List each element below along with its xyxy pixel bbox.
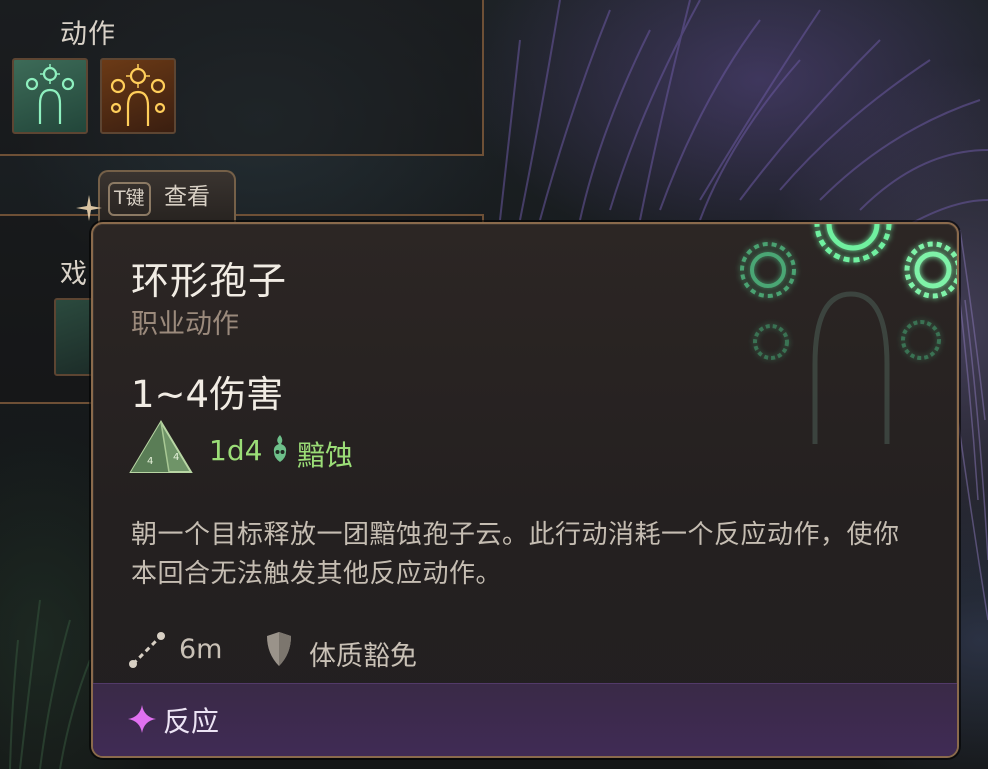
damage-type: 黯蚀 xyxy=(297,439,354,472)
svg-text:4: 4 xyxy=(173,452,179,463)
range-value: 6m xyxy=(179,634,223,665)
secondary-section-title: 戏 xyxy=(60,259,88,290)
inspect-label: 查看 xyxy=(164,184,210,210)
inspect-tab[interactable]: T键 查看 xyxy=(98,170,236,226)
action-cost-footer: 反应 xyxy=(93,683,957,756)
ability-damage: 1~4伤害 xyxy=(131,373,284,416)
svg-text:4: 4 xyxy=(147,456,153,467)
ability-tooltip: 环形孢子 职业动作 1~4伤害 4 4 1d4 黯蚀 朝一个目标释放一团黯蚀孢子… xyxy=(91,222,959,758)
d4-dice-icon: 4 4 xyxy=(129,420,193,473)
game-scene: 动作 戏 T键 查看 环形孢子 职业动作 1~4伤害 4 4 1d4 黯蚀 朝一… xyxy=(0,0,988,769)
spores-silhouette-icon xyxy=(740,224,957,444)
reaction-sparkle-icon xyxy=(128,705,156,733)
t-key-badge: T键 xyxy=(108,182,151,216)
action-cost-label: 反应 xyxy=(163,705,220,738)
actions-section-title: 动作 xyxy=(60,19,116,50)
range-icon xyxy=(129,632,165,668)
circle-of-spores-icon xyxy=(25,64,75,124)
ability-type: 职业动作 xyxy=(131,309,239,340)
star-ornament-icon xyxy=(76,195,102,221)
radiant-spores-icon xyxy=(110,64,166,126)
necrotic-skull-icon xyxy=(273,435,287,462)
radiant-spores-slot[interactable] xyxy=(100,58,176,134)
ability-name: 环形孢子 xyxy=(131,259,288,303)
saving-throw: 体质豁免 xyxy=(309,641,417,672)
dice-value: 1d4 xyxy=(209,434,263,467)
circle-of-spores-slot[interactable] xyxy=(12,58,88,134)
saving-throw-shield-icon xyxy=(267,632,291,666)
ability-description: 朝一个目标释放一团黯蚀孢子云。此行动消耗一个反应动作，使你本回合无法触发其他反应… xyxy=(131,520,900,589)
